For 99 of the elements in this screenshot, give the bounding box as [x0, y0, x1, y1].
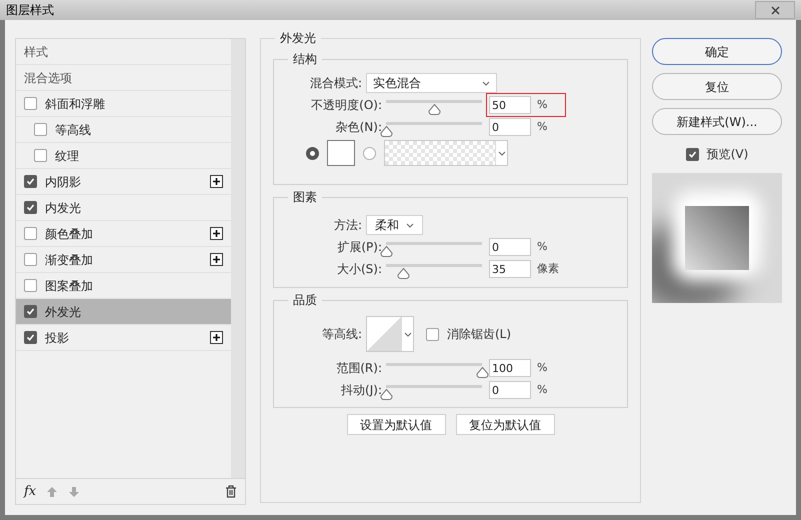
scrollbar[interactable] — [231, 39, 245, 478]
blend-mode-dropdown[interactable]: 实色混合 — [366, 73, 497, 93]
style-label: 图案叠加 — [45, 278, 93, 294]
style-list-item[interactable]: 外发光 — [16, 299, 231, 325]
checkbox[interactable] — [24, 201, 37, 214]
color-swatch[interactable] — [327, 140, 355, 166]
group-title: 图素 — [288, 189, 322, 205]
panel-title: 外发光 — [275, 30, 321, 46]
plus-icon — [212, 333, 221, 342]
plus-icon — [212, 229, 221, 238]
caret-icon — [406, 222, 414, 228]
field-label: 范围(R): — [335, 360, 383, 377]
field-label: 等高线: — [320, 326, 363, 343]
slider-thumb[interactable] — [428, 104, 441, 114]
checkbox[interactable] — [24, 331, 37, 344]
style-list-item[interactable]: 斜面和浮雕 — [16, 91, 231, 117]
style-list-item[interactable]: 内阴影 — [16, 169, 231, 195]
field-label: 扩展(P): — [336, 239, 383, 256]
section-label: 混合选项 — [23, 70, 73, 86]
value-field[interactable]: 0 — [489, 118, 531, 136]
slider-thumb[interactable] — [380, 246, 393, 256]
value-field[interactable]: 50 — [489, 96, 531, 114]
contour-curve-icon — [367, 317, 401, 351]
checkbox[interactable] — [686, 148, 699, 160]
style-label: 斜面和浮雕 — [45, 96, 105, 112]
field-label: 方法: — [332, 217, 363, 234]
group-title: 品质 — [288, 292, 322, 308]
checkbox[interactable] — [24, 305, 37, 318]
checkbox[interactable] — [426, 328, 439, 340]
style-label: 内发光 — [45, 200, 81, 216]
unit-label: % — [537, 238, 548, 255]
value-field[interactable]: 35 — [489, 260, 531, 278]
value-field[interactable]: 0 — [489, 238, 531, 256]
check-icon — [26, 307, 35, 316]
slider-thumb[interactable] — [380, 126, 393, 136]
style-label: 等高线 — [55, 122, 91, 138]
field-label: 不透明度(O): — [310, 97, 383, 114]
plus-icon — [212, 255, 221, 264]
field-label: 大小(S): — [336, 261, 383, 278]
checkbox[interactable] — [24, 253, 37, 266]
slider-thumb[interactable] — [476, 366, 489, 378]
unit-label: % — [537, 118, 548, 135]
trash-icon[interactable] — [225, 485, 237, 498]
close-icon — [770, 6, 780, 14]
dialog-button[interactable]: 新建样式(W)... — [652, 108, 782, 135]
check-icon — [688, 150, 697, 158]
style-label: 投影 — [45, 330, 69, 346]
style-label: 渐变叠加 — [45, 252, 93, 268]
style-label: 外发光 — [45, 304, 81, 320]
caret-icon — [482, 80, 490, 86]
unit-label: % — [537, 96, 548, 113]
add-button[interactable] — [210, 227, 223, 240]
style-label: 颜色叠加 — [45, 226, 93, 242]
default-button[interactable]: 复位为默认值 — [456, 414, 554, 435]
caret-icon — [498, 150, 506, 156]
unit-label: % — [537, 382, 548, 398]
method-dropdown[interactable]: 柔和 — [366, 215, 423, 235]
check-icon — [26, 203, 35, 212]
style-list-item[interactable]: 纹理 — [16, 143, 231, 169]
checkbox[interactable] — [34, 149, 47, 162]
field-label: 抖动(J): — [340, 382, 383, 399]
style-list-item[interactable]: 内发光 — [16, 195, 231, 221]
unit-label: % — [537, 360, 548, 376]
fx-button[interactable]: fx — [24, 482, 36, 502]
style-label: 内阴影 — [45, 174, 81, 190]
value-field[interactable]: 0 — [489, 381, 531, 399]
slider-thumb[interactable] — [397, 268, 410, 278]
style-label: 纹理 — [55, 148, 79, 164]
check-icon — [26, 333, 35, 342]
unit-label: 像素 — [537, 260, 560, 277]
add-button[interactable] — [210, 331, 223, 344]
dialog-button[interactable]: 确定 — [652, 38, 782, 65]
radio-button[interactable] — [363, 146, 376, 160]
section-label: 样式 — [23, 44, 49, 60]
slider-thumb[interactable] — [380, 388, 393, 400]
close-button[interactable] — [755, 1, 795, 19]
add-button[interactable] — [210, 253, 223, 266]
caret-icon — [404, 332, 412, 336]
radio-button[interactable] — [306, 146, 319, 160]
style-list-item[interactable]: 投影 — [16, 325, 231, 351]
field-label: 杂色(N): — [334, 119, 383, 136]
add-button[interactable] — [210, 175, 223, 188]
field-label: 混合模式: — [308, 75, 363, 92]
checkbox-label: 预览(V) — [706, 146, 748, 163]
dialog-button[interactable]: 复位 — [652, 73, 782, 100]
style-list-item[interactable]: 渐变叠加 — [16, 247, 231, 273]
style-list-item[interactable]: 等高线 — [16, 117, 231, 143]
checkbox[interactable] — [24, 227, 37, 240]
group-title: 结构 — [288, 51, 322, 67]
checkbox[interactable] — [24, 279, 37, 292]
default-button[interactable]: 设置为默认值 — [346, 414, 446, 435]
checkbox-label: 消除锯齿(L) — [447, 326, 512, 343]
plus-icon — [212, 177, 221, 186]
check-icon — [26, 177, 35, 186]
window-title: 图层样式 — [6, 2, 54, 19]
style-list-item[interactable]: 颜色叠加 — [16, 221, 231, 247]
checkbox[interactable] — [24, 97, 37, 110]
checkbox[interactable] — [24, 175, 37, 188]
checkbox[interactable] — [34, 123, 47, 136]
